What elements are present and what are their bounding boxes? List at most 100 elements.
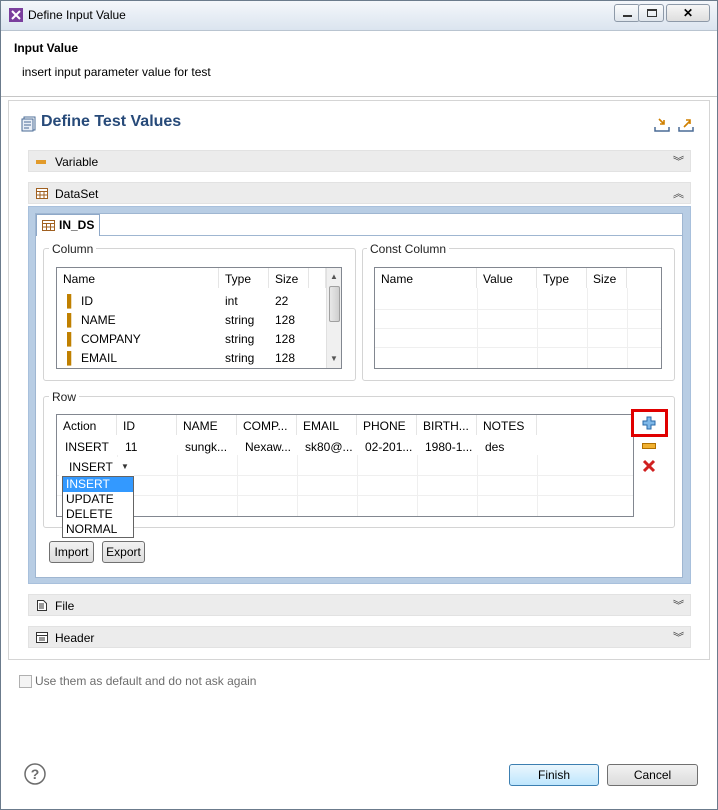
dropdown-option-update[interactable]: UPDATE: [63, 492, 133, 507]
column-header-size[interactable]: Size: [269, 268, 309, 288]
row-group-label: Row: [49, 390, 80, 404]
grid-line: [477, 455, 478, 516]
export-button[interactable]: Export: [102, 541, 145, 563]
const-header-value[interactable]: Value: [477, 268, 537, 288]
finish-button[interactable]: Finish: [509, 764, 599, 786]
add-row-icon[interactable]: [641, 415, 657, 431]
row-header-name[interactable]: NAME: [177, 415, 237, 435]
section-dataset-label: DataSet: [55, 187, 99, 201]
scroll-down-icon[interactable]: ▼: [330, 354, 338, 363]
column-table-scrollbar[interactable]: ▲ ▼: [326, 268, 341, 368]
table-row[interactable]: ▌ COMPANY string 128: [57, 329, 326, 348]
import-values-icon[interactable]: [653, 117, 671, 133]
minimize-icon: [623, 15, 632, 17]
const-header-size[interactable]: Size: [587, 268, 627, 288]
column-name: NAME: [81, 313, 116, 327]
row-header-phone[interactable]: PHONE: [357, 415, 417, 435]
const-header-name[interactable]: Name: [375, 268, 477, 288]
dropdown-option-normal[interactable]: NORMAL: [63, 522, 133, 537]
grid-line: [417, 455, 418, 516]
close-button[interactable]: ✕: [666, 4, 710, 22]
column-header-filler: [309, 268, 326, 288]
grid-line: [357, 455, 358, 516]
table-row[interactable]: ▌ ID int 22: [57, 291, 326, 310]
grid-line: [627, 288, 628, 368]
row-table[interactable]: Action ID NAME COMP... EMAIL PHONE BIRTH…: [56, 414, 634, 517]
row-cell-action: INSERT: [65, 440, 109, 454]
expand-icon[interactable]: ︾: [673, 153, 684, 169]
section-dataset[interactable]: DataSet ︽: [28, 182, 691, 204]
section-header[interactable]: Header ︾: [28, 626, 691, 648]
column-header-type[interactable]: Type: [219, 268, 269, 288]
row-header-company[interactable]: COMP...: [237, 415, 297, 435]
form-icon: [21, 116, 36, 132]
cancel-button[interactable]: Cancel: [607, 764, 698, 786]
dropdown-option-insert[interactable]: INSERT: [63, 477, 133, 492]
table-icon: [42, 220, 55, 231]
table-row[interactable]: ▌ EMAIL string 128: [57, 348, 326, 367]
grid-line: [587, 288, 588, 368]
maximize-button[interactable]: [638, 4, 664, 22]
expand-icon[interactable]: ︾: [673, 629, 684, 645]
grid-line: [537, 455, 538, 516]
row-header-action[interactable]: Action: [57, 415, 117, 435]
variable-icon: [36, 160, 46, 164]
section-variable[interactable]: Variable ︾: [28, 150, 691, 172]
expand-icon[interactable]: ︾: [673, 597, 684, 613]
row-header-id[interactable]: ID: [117, 415, 177, 435]
collapse-icon[interactable]: ︽: [673, 185, 684, 201]
table-icon: [36, 188, 48, 199]
svg-text:?: ?: [31, 766, 40, 782]
default-checkbox-label: Use them as default and do not ask again: [35, 674, 257, 688]
window-title: Define Input Value: [28, 8, 126, 22]
default-checkbox[interactable]: [19, 675, 32, 688]
row-cell-phone: 02-201...: [365, 440, 413, 454]
action-combo[interactable]: INSERT ▼: [59, 457, 134, 476]
delete-row-icon[interactable]: [642, 459, 656, 473]
action-dropdown-list[interactable]: INSERT UPDATE DELETE NORMAL: [62, 476, 134, 538]
column-size: 22: [275, 294, 289, 308]
help-icon[interactable]: ?: [24, 763, 46, 785]
grid-line: [297, 455, 298, 516]
remove-row-icon[interactable]: [642, 442, 656, 450]
tab-in-ds[interactable]: IN_DS: [36, 214, 100, 236]
export-values-icon[interactable]: [677, 117, 695, 133]
grid-line: [57, 495, 633, 496]
header-description: insert input parameter value for test: [22, 65, 211, 79]
const-column-table[interactable]: Name Value Type Size: [374, 267, 662, 369]
column-name: ID: [81, 294, 93, 308]
import-button[interactable]: Import: [49, 541, 94, 563]
form-title: Define Test Values: [41, 113, 182, 130]
table-row[interactable]: INSERT 11 sungk... Nexaw... sk80@... 02-…: [57, 437, 633, 456]
grid-line: [237, 455, 238, 516]
dropdown-option-delete[interactable]: DELETE: [63, 507, 133, 522]
row-header-email[interactable]: EMAIL: [297, 415, 357, 435]
app-icon: [9, 8, 23, 22]
grid-line: [375, 309, 661, 310]
action-combo-value: INSERT: [69, 460, 113, 474]
grid-line: [177, 455, 178, 516]
const-column-group-label: Const Column: [367, 242, 450, 256]
table-row[interactable]: ▌ NAME string 128: [57, 310, 326, 329]
grid-line: [57, 475, 633, 476]
row-cell-company: Nexaw...: [245, 440, 292, 454]
scroll-up-icon[interactable]: ▲: [330, 272, 338, 281]
scrollbar-thumb[interactable]: [329, 286, 340, 322]
row-header-notes[interactable]: NOTES: [477, 415, 537, 435]
column-size: 128: [275, 313, 296, 327]
section-variable-label: Variable: [55, 155, 99, 169]
column-header-name[interactable]: Name: [57, 268, 219, 288]
minimize-button[interactable]: [614, 4, 640, 22]
row-cell-birth: 1980-1...: [425, 440, 473, 454]
row-cell-notes: des: [485, 440, 505, 454]
chevron-down-icon[interactable]: ▼: [121, 462, 129, 471]
section-header-label: Header: [55, 631, 95, 645]
column-name: COMPANY: [81, 332, 141, 346]
row-header-birth[interactable]: BIRTH...: [417, 415, 477, 435]
section-file[interactable]: File ︾: [28, 594, 691, 616]
grid-line: [375, 328, 661, 329]
const-header-type[interactable]: Type: [537, 268, 587, 288]
column-table[interactable]: Name Type Size ▌ ID int 22 ▌ NAME string…: [56, 267, 342, 369]
column-size: 128: [275, 332, 296, 346]
grid-line: [477, 288, 478, 368]
